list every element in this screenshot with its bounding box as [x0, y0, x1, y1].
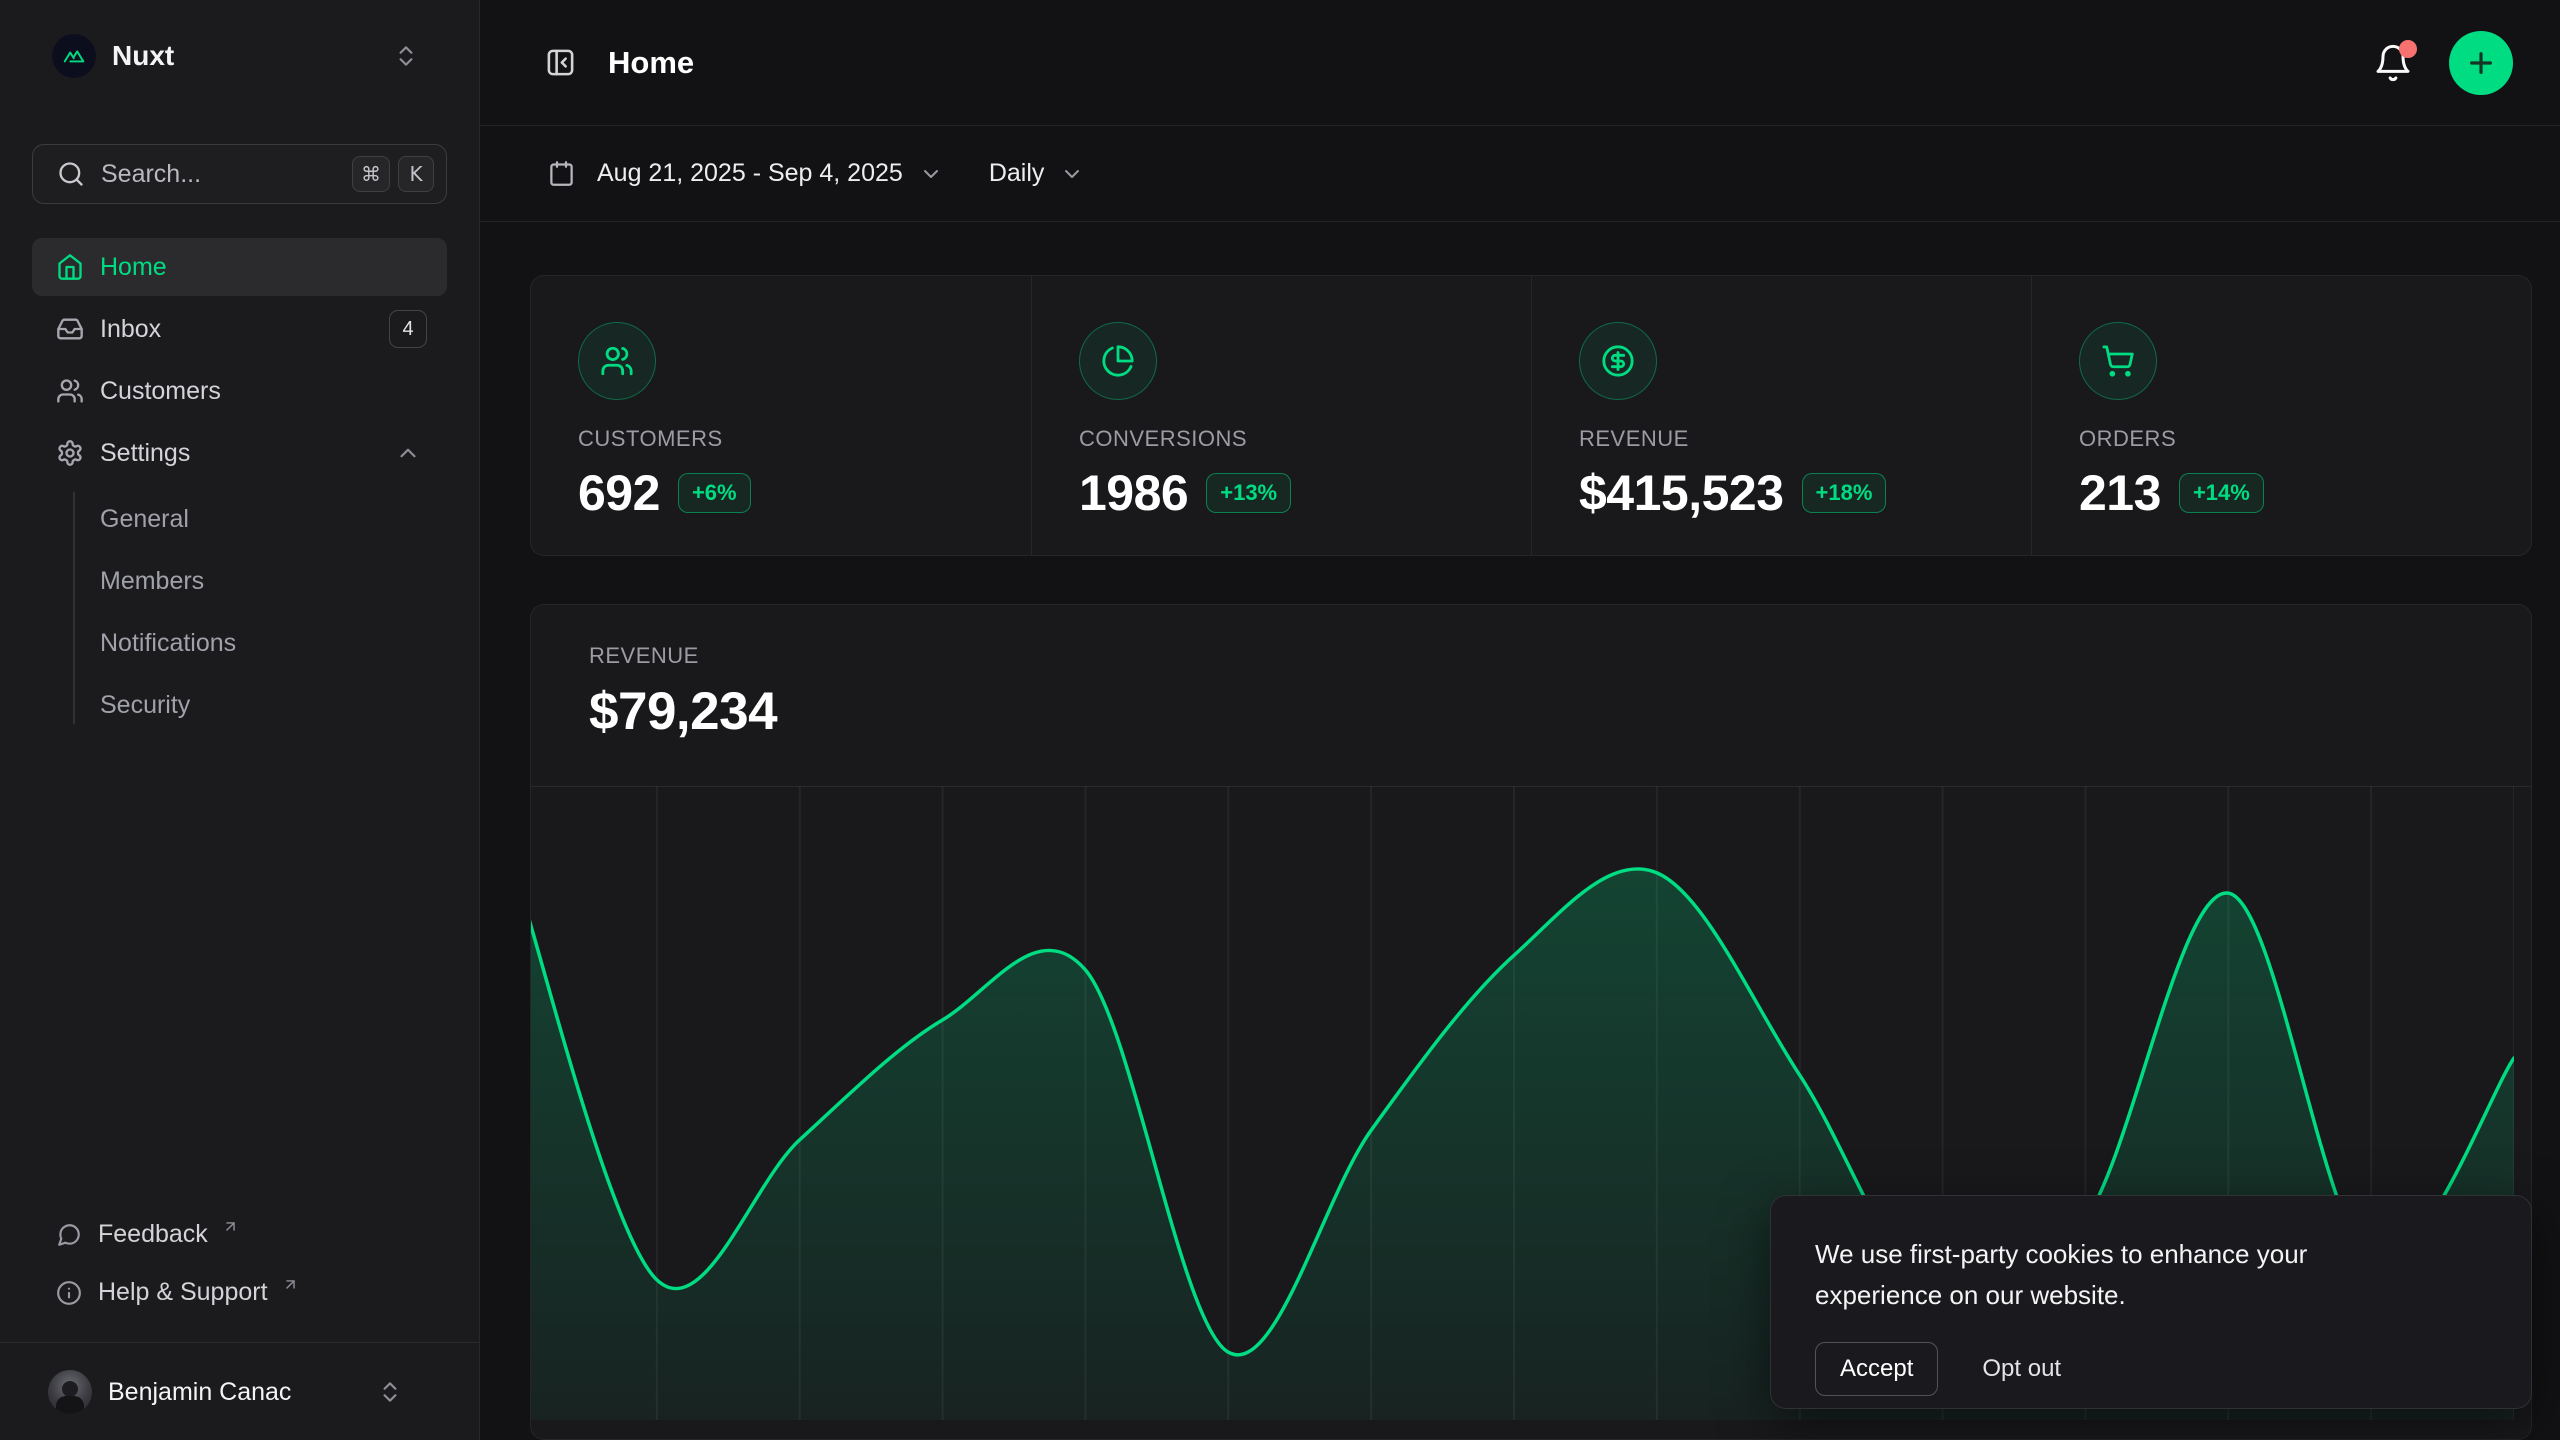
calendar-icon [548, 160, 575, 187]
stats-card: CUSTOMERS 692 +6% CONVERSIONS 1986 +13% [530, 275, 2532, 556]
panel-left-close-icon [545, 47, 576, 78]
stat-value: $415,523 [1579, 464, 1784, 522]
collapse-sidebar-button[interactable] [545, 47, 576, 78]
sidebar-item-label: General [100, 505, 189, 534]
search-placeholder: Search... [101, 160, 201, 189]
stat-label: REVENUE [1579, 426, 2031, 452]
stat-label: CONVERSIONS [1079, 426, 1531, 452]
sidebar-item-notifications[interactable]: Notifications [32, 614, 447, 672]
sidebar-item-label: Members [100, 567, 204, 596]
notifications-button[interactable] [2373, 43, 2413, 83]
search-icon [57, 160, 85, 188]
message-bubble-icon [56, 1222, 82, 1248]
info-circle-icon [56, 1280, 82, 1306]
revenue-chart-label: REVENUE [531, 605, 2531, 669]
sidebar-item-label: Home [100, 253, 167, 282]
stat-customers: CUSTOMERS 692 +6% [531, 276, 1031, 555]
pie-chart-icon [1079, 322, 1157, 400]
granularity-value: Daily [989, 159, 1045, 188]
chevron-down-icon [1060, 162, 1084, 186]
search-input[interactable]: Search... ⌘ K [32, 144, 447, 204]
feedback-label: Feedback [98, 1220, 208, 1249]
accept-button[interactable]: Accept [1815, 1342, 1938, 1396]
page-header: Home [480, 0, 2560, 126]
chevron-up-icon [395, 440, 421, 466]
chevrons-up-down-icon [377, 1379, 403, 1405]
date-range-picker[interactable]: Aug 21, 2025 - Sep 4, 2025 [548, 159, 943, 188]
users-icon [56, 377, 84, 405]
users-icon [578, 322, 656, 400]
cookie-banner: We use first-party cookies to enhance yo… [1770, 1195, 2532, 1409]
add-button[interactable] [2449, 31, 2513, 95]
kbd-meta: ⌘ [352, 156, 390, 192]
team-name: Nuxt [112, 40, 174, 72]
submenu-rail [73, 492, 75, 724]
sidebar: Nuxt Search... ⌘ K Home [0, 0, 480, 1440]
stat-value: 1986 [1079, 464, 1188, 522]
stat-value: 692 [578, 464, 660, 522]
stat-label: CUSTOMERS [578, 426, 1031, 452]
search-shortcut: ⌘ K [352, 156, 434, 192]
granularity-select[interactable]: Daily [989, 159, 1085, 188]
sidebar-item-security[interactable]: Security [32, 676, 447, 734]
chevrons-up-down-icon [393, 43, 419, 69]
user-name: Benjamin Canac [108, 1378, 291, 1407]
user-menu[interactable]: Benjamin Canac [32, 1355, 447, 1429]
shopping-cart-icon [2079, 322, 2157, 400]
sidebar-nav: Home Inbox 4 Customers Settings [32, 238, 447, 738]
team-switcher[interactable]: Nuxt [32, 24, 447, 88]
nuxt-logo [52, 34, 96, 78]
date-range-value: Aug 21, 2025 - Sep 4, 2025 [597, 159, 903, 188]
sidebar-item-label: Security [100, 691, 190, 720]
help-support-link[interactable]: Help & Support [32, 1264, 447, 1322]
external-link-icon [222, 1218, 239, 1235]
inbox-icon [56, 315, 84, 343]
sidebar-item-settings[interactable]: Settings [32, 424, 447, 482]
settings-submenu: General Members Notifications Security [32, 486, 447, 734]
cookie-message: We use first-party cookies to enhance yo… [1815, 1234, 2395, 1316]
stat-delta-badge: +18% [1802, 473, 1887, 513]
stat-delta-badge: +6% [678, 473, 751, 513]
inbox-count-badge: 4 [389, 310, 427, 348]
stat-revenue: REVENUE $415,523 +18% [1531, 276, 2031, 555]
stat-conversions: CONVERSIONS 1986 +13% [1031, 276, 1531, 555]
help-support-label: Help & Support [98, 1278, 268, 1307]
feedback-link[interactable]: Feedback [32, 1206, 447, 1264]
gear-icon [56, 439, 84, 467]
sidebar-item-label: Customers [100, 377, 221, 406]
app-window: Nuxt Search... ⌘ K Home [0, 0, 2560, 1440]
sidebar-item-label: Inbox [100, 315, 161, 344]
sidebar-item-label: Settings [100, 439, 190, 468]
stat-value: 213 [2079, 464, 2161, 522]
sidebar-item-members[interactable]: Members [32, 552, 447, 610]
sidebar-item-general[interactable]: General [32, 490, 447, 548]
home-icon [56, 253, 84, 281]
opt-out-button[interactable]: Opt out [1982, 1355, 2061, 1383]
kbd-k: K [398, 156, 434, 192]
chevron-down-icon [919, 162, 943, 186]
circle-dollar-icon [1579, 322, 1657, 400]
revenue-chart-value: $79,234 [531, 669, 2531, 742]
stat-orders: ORDERS 213 +14% [2031, 276, 2531, 555]
sidebar-item-customers[interactable]: Customers [32, 362, 447, 420]
avatar [48, 1370, 92, 1414]
stat-label: ORDERS [2079, 426, 2531, 452]
unread-dot [2399, 40, 2417, 58]
sidebar-item-label: Notifications [100, 629, 236, 658]
sidebar-item-home[interactable]: Home [32, 238, 447, 296]
external-link-icon [282, 1276, 299, 1293]
sidebar-divider [0, 1342, 479, 1344]
page-title: Home [608, 45, 694, 81]
filters-toolbar: Aug 21, 2025 - Sep 4, 2025 Daily [480, 126, 2560, 222]
stat-delta-badge: +13% [1206, 473, 1291, 513]
sidebar-item-inbox[interactable]: Inbox 4 [32, 300, 447, 358]
stat-delta-badge: +14% [2179, 473, 2264, 513]
plus-icon [2465, 47, 2497, 79]
